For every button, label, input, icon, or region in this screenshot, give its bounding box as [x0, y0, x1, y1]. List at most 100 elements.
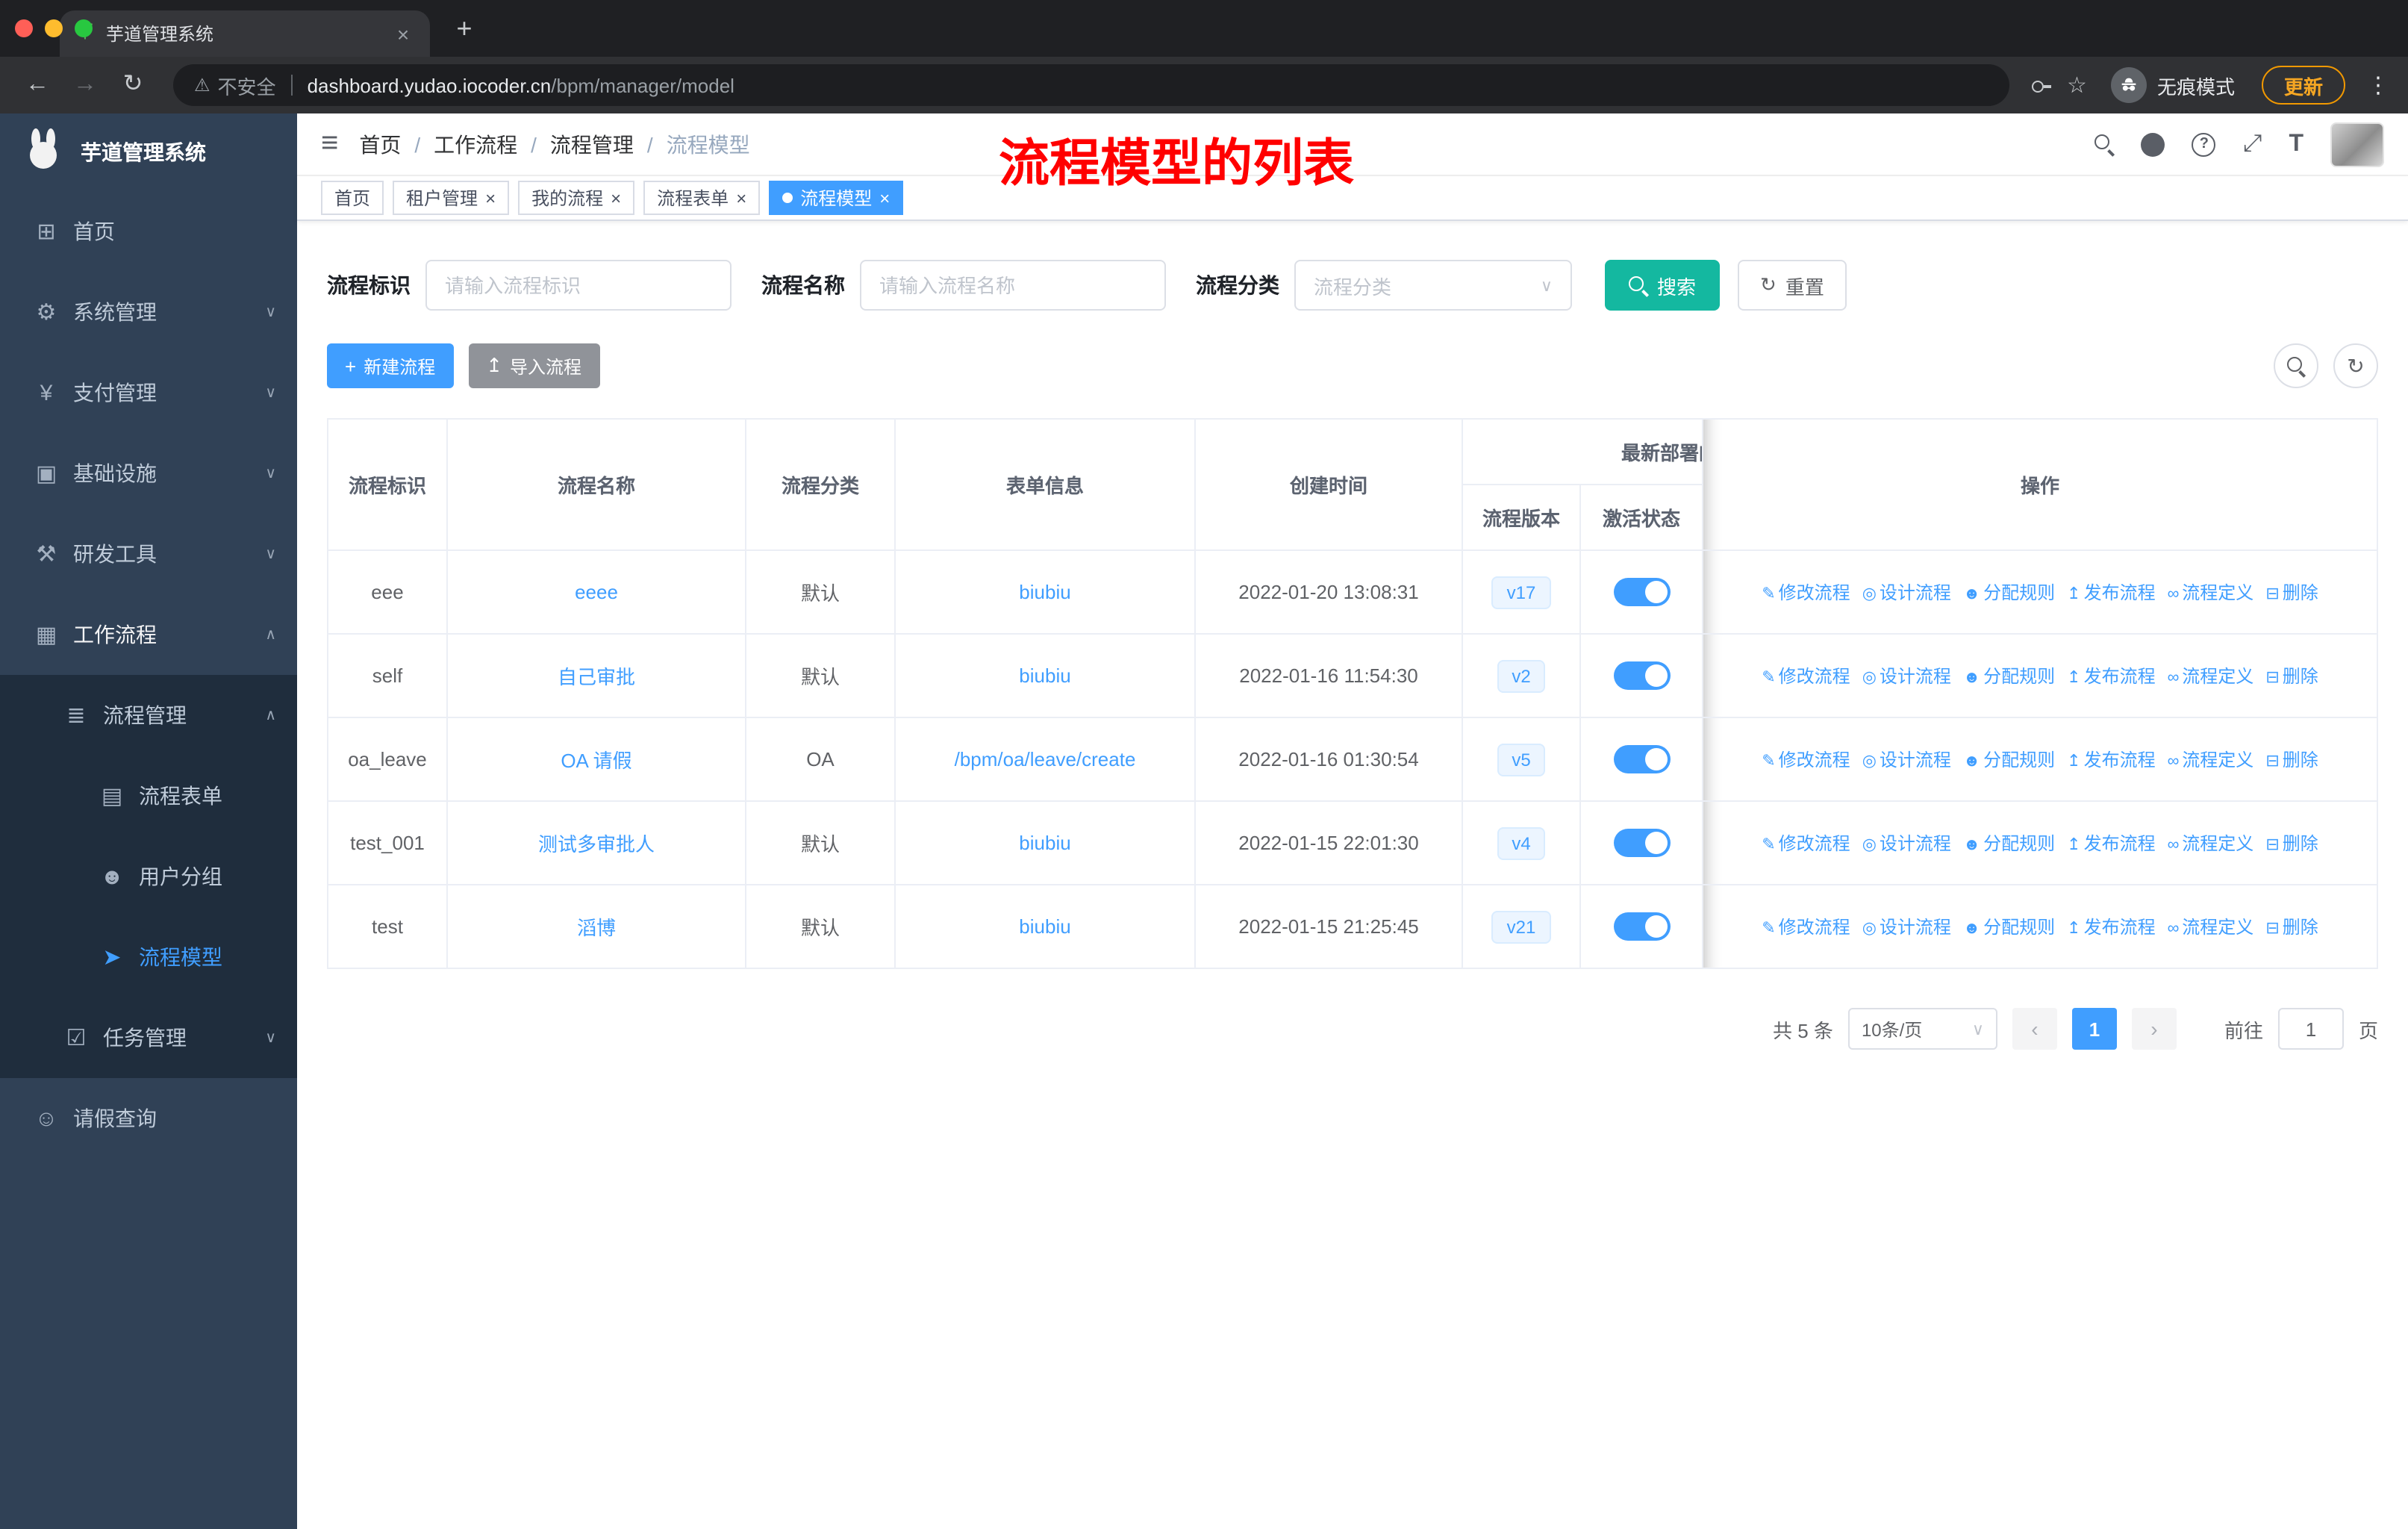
- action-publish[interactable]: ↥ 发布流程: [2067, 750, 2155, 770]
- action-definition[interactable]: ∞ 流程定义: [2168, 750, 2254, 770]
- back-button[interactable]: ←: [18, 66, 57, 105]
- active-toggle[interactable]: [1613, 912, 1670, 941]
- browser-menu-icon[interactable]: ⋮: [2366, 72, 2390, 99]
- tag-tenant-manage[interactable]: 租户管理 ×: [393, 181, 510, 215]
- process-name-link[interactable]: OA 请假: [561, 750, 631, 772]
- tag-close-icon[interactable]: ×: [879, 189, 890, 207]
- minimize-window-button[interactable]: [45, 19, 63, 37]
- page-1-button[interactable]: 1: [2071, 1008, 2117, 1050]
- sidebar-item-process-model[interactable]: ➤ 流程模型: [0, 917, 297, 997]
- action-design[interactable]: ◎ 设计流程: [1862, 917, 1951, 938]
- sidebar-item-home[interactable]: ⊞ 首页: [0, 191, 297, 272]
- create-process-button[interactable]: + 新建流程: [327, 343, 454, 388]
- form-info-link[interactable]: /bpm/oa/leave/create: [955, 748, 1136, 770]
- action-edit[interactable]: ✎ 修改流程: [1762, 917, 1850, 938]
- action-definition[interactable]: ∞ 流程定义: [2168, 917, 2254, 938]
- sidebar-item-task-manage[interactable]: ☑ 任务管理 ∨: [0, 997, 297, 1078]
- incognito-profile-chip[interactable]: 无痕模式: [2110, 67, 2235, 103]
- process-name-link[interactable]: eeee: [575, 581, 618, 603]
- prev-page-button[interactable]: ‹: [2012, 1008, 2057, 1050]
- next-page-button[interactable]: ›: [2131, 1008, 2177, 1050]
- page-size-select[interactable]: 10条/页 ∨: [1847, 1008, 1997, 1050]
- breadcrumb-item[interactable]: 流程管理: [550, 129, 634, 159]
- font-size-icon[interactable]: T: [2289, 131, 2303, 158]
- version-badge[interactable]: v5: [1497, 743, 1546, 776]
- action-definition[interactable]: ∞ 流程定义: [2168, 666, 2254, 687]
- filter-name-input[interactable]: [860, 260, 1166, 311]
- tag-process-form[interactable]: 流程表单 ×: [643, 181, 761, 215]
- action-assign-rule[interactable]: ☻ 分配规则: [1963, 750, 2055, 770]
- goto-page-input[interactable]: [2277, 1008, 2344, 1050]
- action-delete[interactable]: ⊟ 删除: [2265, 833, 2318, 854]
- action-assign-rule[interactable]: ☻ 分配规则: [1963, 582, 2055, 603]
- search-icon[interactable]: [2094, 134, 2115, 154]
- breadcrumb-item[interactable]: 首页: [359, 129, 401, 159]
- github-icon[interactable]: [2141, 132, 2165, 156]
- action-edit[interactable]: ✎ 修改流程: [1762, 666, 1850, 687]
- version-badge[interactable]: v21: [1491, 910, 1551, 943]
- action-delete[interactable]: ⊟ 删除: [2265, 917, 2318, 938]
- sidebar-item-dev-tools[interactable]: ⚒ 研发工具 ∨: [0, 514, 297, 594]
- tag-my-process[interactable]: 我的流程 ×: [518, 181, 635, 215]
- action-delete[interactable]: ⊟ 删除: [2265, 750, 2318, 770]
- action-edit[interactable]: ✎ 修改流程: [1762, 833, 1850, 854]
- help-icon[interactable]: ?: [2192, 132, 2216, 156]
- active-toggle[interactable]: [1613, 578, 1670, 606]
- filter-category-select[interactable]: 流程分类 ∨: [1294, 260, 1572, 311]
- sidebar-item-infrastructure[interactable]: ▣ 基础设施 ∨: [0, 433, 297, 514]
- sidebar-item-user-group[interactable]: ☻ 用户分组: [0, 836, 297, 917]
- search-button[interactable]: 搜索: [1605, 260, 1721, 311]
- password-key-icon[interactable]: [2030, 74, 2052, 96]
- action-design[interactable]: ◎ 设计流程: [1862, 750, 1951, 770]
- action-design[interactable]: ◎ 设计流程: [1862, 833, 1951, 854]
- process-name-link[interactable]: 自己审批: [558, 666, 635, 688]
- url-bar[interactable]: ⚠ 不安全 dashboard.yudao.iocoder.cn/bpm/man…: [173, 64, 2009, 106]
- tag-process-model[interactable]: 流程模型 ×: [769, 181, 904, 215]
- version-badge[interactable]: v2: [1497, 659, 1546, 692]
- update-chip[interactable]: 更新: [2261, 66, 2345, 105]
- form-info-link[interactable]: biubiu: [1019, 832, 1070, 854]
- action-delete[interactable]: ⊟ 删除: [2265, 582, 2318, 603]
- reload-button[interactable]: ↻: [113, 66, 152, 105]
- sidebar-item-leave-query[interactable]: ☺ 请假查询: [0, 1078, 297, 1159]
- tab-close-icon[interactable]: ×: [391, 22, 415, 46]
- action-assign-rule[interactable]: ☻ 分配规则: [1963, 833, 2055, 854]
- tag-close-icon[interactable]: ×: [485, 189, 496, 207]
- process-name-link[interactable]: 测试多审批人: [538, 833, 655, 856]
- action-definition[interactable]: ∞ 流程定义: [2168, 582, 2254, 603]
- action-edit[interactable]: ✎ 修改流程: [1762, 750, 1850, 770]
- active-toggle[interactable]: [1613, 745, 1670, 773]
- refresh-table-button[interactable]: ↻: [2333, 343, 2378, 388]
- reset-button[interactable]: ↻ 重置: [1738, 260, 1847, 311]
- tag-close-icon[interactable]: ×: [736, 189, 746, 207]
- import-process-button[interactable]: ↥ 导入流程: [468, 343, 600, 388]
- browser-tab[interactable]: 芋道管理系统 ×: [60, 10, 430, 57]
- version-badge[interactable]: v4: [1497, 826, 1546, 859]
- sidebar-item-workflow[interactable]: ▦ 工作流程 ∧: [0, 594, 297, 675]
- forward-button[interactable]: →: [66, 66, 105, 105]
- version-badge[interactable]: v17: [1491, 576, 1551, 608]
- user-avatar[interactable]: [2330, 122, 2384, 166]
- action-definition[interactable]: ∞ 流程定义: [2168, 833, 2254, 854]
- process-name-link[interactable]: 滔博: [577, 917, 616, 939]
- sidebar-item-payment[interactable]: ¥ 支付管理 ∨: [0, 352, 297, 433]
- action-delete[interactable]: ⊟ 删除: [2265, 666, 2318, 687]
- action-publish[interactable]: ↥ 发布流程: [2067, 917, 2155, 938]
- action-assign-rule[interactable]: ☻ 分配规则: [1963, 666, 2055, 687]
- action-publish[interactable]: ↥ 发布流程: [2067, 833, 2155, 854]
- menu-fold-icon[interactable]: ≡: [321, 127, 338, 161]
- active-toggle[interactable]: [1613, 661, 1670, 690]
- action-publish[interactable]: ↥ 发布流程: [2067, 666, 2155, 687]
- zoom-window-button[interactable]: [75, 19, 93, 37]
- tag-close-icon[interactable]: ×: [611, 189, 621, 207]
- action-design[interactable]: ◎ 设计流程: [1862, 666, 1951, 687]
- action-publish[interactable]: ↥ 发布流程: [2067, 582, 2155, 603]
- new-tab-button[interactable]: +: [445, 9, 484, 48]
- breadcrumb-item[interactable]: 工作流程: [434, 129, 517, 159]
- action-edit[interactable]: ✎ 修改流程: [1762, 582, 1850, 603]
- filter-key-input[interactable]: [425, 260, 732, 311]
- form-info-link[interactable]: biubiu: [1019, 664, 1070, 687]
- fullscreen-icon[interactable]: ⤢: [2243, 131, 2262, 158]
- bookmark-star-icon[interactable]: ☆: [2067, 72, 2087, 99]
- toggle-search-button[interactable]: [2274, 343, 2318, 388]
